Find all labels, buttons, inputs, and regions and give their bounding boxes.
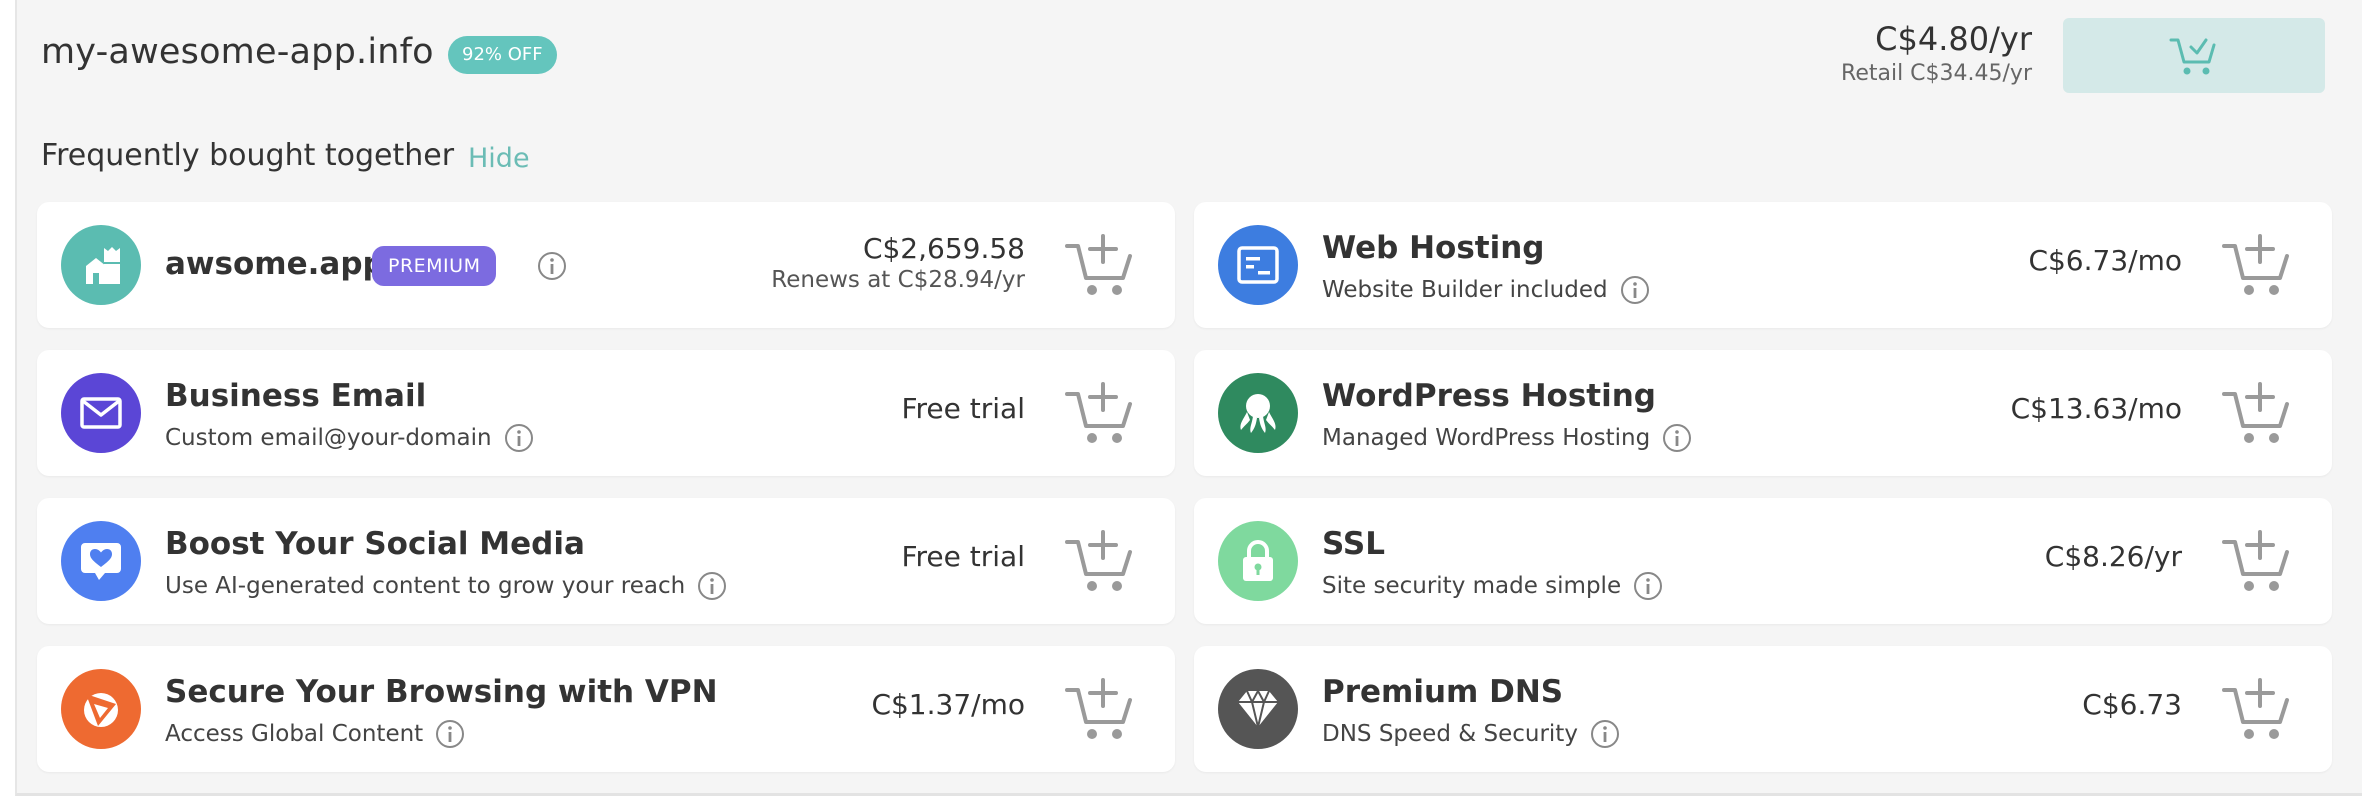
- product-subtitle-text: Managed WordPress Hosting: [1322, 425, 1651, 451]
- product-name: Business Email: [165, 378, 427, 414]
- product-subtitle-text: DNS Speed & Security: [1322, 721, 1578, 747]
- discount-badge: 92% OFF: [448, 36, 557, 74]
- product-name: Web Hosting: [1322, 230, 1545, 266]
- add-to-cart-icon: [2222, 678, 2289, 739]
- add-to-cart-button[interactable]: [2222, 232, 2292, 298]
- heart-chat-icon: [61, 521, 141, 601]
- info-icon[interactable]: [1662, 423, 1692, 453]
- product-subtitle: Website Builder included: [1322, 275, 1650, 305]
- product-subtitle: Access Global Content: [165, 719, 465, 749]
- info-icon[interactable]: [1620, 275, 1650, 305]
- domain-in-cart-button[interactable]: [2063, 18, 2325, 93]
- product-subtitle-text: Website Builder included: [1322, 277, 1608, 303]
- product-subtitle: Use AI-generated content to grow your re…: [165, 571, 727, 601]
- add-to-cart-button[interactable]: [2222, 528, 2292, 594]
- add-to-cart-button[interactable]: [1065, 232, 1135, 298]
- product-subtitle: DNS Speed & Security: [1322, 719, 1620, 749]
- product-price-block: C$2,659.58 Renews at C$28.94/yr: [771, 232, 1025, 295]
- product-price: C$1.37/mo: [871, 688, 1025, 721]
- domain-price-block: C$4.80/yr Retail C$34.45/yr: [1841, 18, 2032, 88]
- product-name: WordPress Hosting: [1322, 378, 1656, 414]
- diamond-icon: [1218, 669, 1298, 749]
- product-card-ssl: SSL Site security made simple C$8.26/yr: [1194, 498, 2332, 624]
- add-to-cart-button[interactable]: [1065, 528, 1135, 594]
- domain-result-panel: my-awesome-app.info 92% OFF C$4.80/yr Re…: [15, 0, 2362, 796]
- product-price: C$6.73: [2082, 688, 2182, 721]
- product-subtitle: Managed WordPress Hosting: [1322, 423, 1692, 453]
- add-to-cart-icon: [1065, 530, 1132, 591]
- product-subtitle-text: Access Global Content: [165, 721, 424, 747]
- domain-row: my-awesome-app.info 92% OFF C$4.80/yr Re…: [17, 0, 2362, 120]
- info-icon[interactable]: [697, 571, 727, 601]
- add-to-cart-button[interactable]: [1065, 380, 1135, 446]
- product-card-wordpress-hosting: WordPress Hosting Managed WordPress Host…: [1194, 350, 2332, 476]
- add-to-cart-button[interactable]: [2222, 676, 2292, 742]
- website-builder-icon: [1218, 225, 1298, 305]
- product-subtitle: Site security made simple: [1322, 571, 1663, 601]
- product-subtitle: Custom email@your-domain: [165, 423, 534, 453]
- domain-retail-price: Retail C$34.45/yr: [1841, 61, 2032, 86]
- product-name: Premium DNS: [1322, 674, 1564, 710]
- castle-icon: [61, 225, 141, 305]
- product-card-business-email: Business Email Custom email@your-domain …: [37, 350, 1175, 476]
- add-to-cart-button[interactable]: [1065, 676, 1135, 742]
- product-subtitle-text: Site security made simple: [1322, 573, 1622, 599]
- info-icon[interactable]: [504, 423, 534, 453]
- add-to-cart-icon: [2222, 382, 2289, 443]
- premium-badge: PREMIUM: [372, 246, 497, 286]
- product-card-premium-dns: Premium DNS DNS Speed & Security C$6.73: [1194, 646, 2332, 772]
- product-price: Free trial: [901, 392, 1025, 425]
- domain-name: my-awesome-app.info: [41, 32, 434, 72]
- product-name: Boost Your Social Media: [165, 526, 585, 562]
- product-subtitle-text: Custom email@your-domain: [165, 425, 492, 451]
- product-name: Secure Your Browsing with VPN: [165, 674, 718, 710]
- product-price: C$6.73/mo: [2028, 244, 2182, 277]
- domain-price: C$4.80/yr: [1875, 20, 2032, 58]
- add-to-cart-icon: [1065, 234, 1132, 295]
- info-icon[interactable]: [435, 719, 465, 749]
- product-name: awsome.app: [165, 246, 385, 282]
- product-subtitle-text: Use AI-generated content to grow your re…: [165, 573, 686, 599]
- octopus-icon: [1218, 373, 1298, 453]
- hide-link[interactable]: Hide: [468, 143, 530, 174]
- frequently-bought-title: Frequently bought together: [41, 138, 455, 173]
- product-name: SSL: [1322, 526, 1386, 562]
- add-to-cart-button[interactable]: [2222, 380, 2292, 446]
- add-to-cart-icon: [1065, 382, 1132, 443]
- product-price: C$8.26/yr: [2044, 540, 2182, 573]
- add-to-cart-icon: [2222, 530, 2289, 591]
- product-card-social-media: Boost Your Social Media Use AI-generated…: [37, 498, 1175, 624]
- cart-check-icon: [2169, 38, 2216, 74]
- info-icon[interactable]: [1633, 571, 1663, 601]
- product-price: C$13.63/mo: [2010, 392, 2182, 425]
- vpn-icon: [61, 669, 141, 749]
- add-to-cart-icon: [2222, 234, 2289, 295]
- info-icon[interactable]: [1590, 719, 1620, 749]
- product-price: Free trial: [901, 540, 1025, 573]
- envelope-icon: [61, 373, 141, 453]
- lock-icon: [1218, 521, 1298, 601]
- info-icon[interactable]: [537, 251, 567, 285]
- product-price: C$2,659.58: [862, 232, 1025, 265]
- product-card-vpn: Secure Your Browsing with VPN Access Glo…: [37, 646, 1175, 772]
- add-to-cart-icon: [1065, 678, 1132, 739]
- product-card-web-hosting: Web Hosting Website Builder included C$6…: [1194, 202, 2332, 328]
- product-card-premium-domain: awsome.app PREMIUM C$2,659.58 Renews at …: [37, 202, 1175, 328]
- renewal-price: Renews at C$28.94/yr: [771, 267, 1025, 293]
